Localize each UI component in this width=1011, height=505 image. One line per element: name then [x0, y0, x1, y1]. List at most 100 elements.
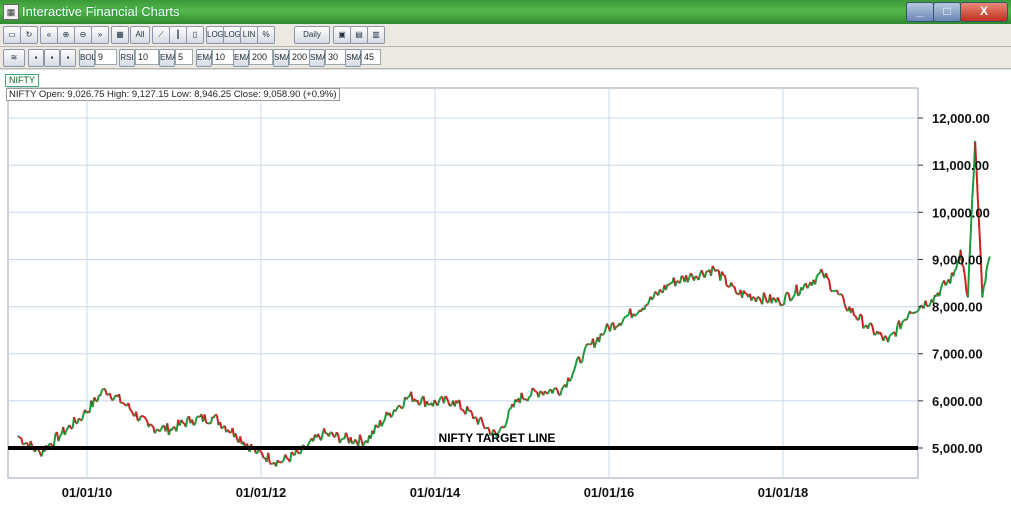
- price-segment: [503, 424, 507, 429]
- price-segment: [694, 275, 698, 278]
- price-segment: [790, 296, 795, 301]
- x-tick-label: 01/01/18: [758, 485, 809, 500]
- data-point: [691, 275, 694, 277]
- price-segment: [944, 282, 949, 287]
- price-segment: [461, 409, 465, 413]
- price-segment: [444, 395, 448, 399]
- price-chart[interactable]: NIFTY TARGET LINE 5,000.00 6,000.00 7,000.…: [0, 0, 1011, 505]
- price-segment: [806, 285, 810, 289]
- price-segment: [259, 450, 263, 454]
- price-segment: [890, 332, 894, 336]
- price-segment: [354, 438, 358, 443]
- price-segment: [68, 424, 72, 429]
- price-segment: [939, 283, 944, 289]
- data-point: [213, 416, 215, 419]
- x-tick-label: 01/01/10: [62, 485, 113, 500]
- data-point: [974, 140, 976, 143]
- price-segment: [214, 413, 218, 417]
- data-point: [909, 310, 911, 313]
- price-segment: [438, 397, 442, 402]
- price-segment: [889, 333, 892, 337]
- price-segment: [901, 320, 905, 324]
- price-segment: [245, 442, 249, 447]
- price-segment: [654, 290, 658, 294]
- price-segment: [207, 422, 210, 425]
- price-segment: [826, 277, 830, 281]
- price-segment: [418, 403, 421, 406]
- price-segment: [486, 426, 490, 430]
- data-point: [539, 390, 541, 393]
- plot-frame: [7, 87, 919, 479]
- price-segment: [915, 310, 919, 314]
- price-segment: [226, 429, 231, 433]
- data-point: [82, 414, 85, 416]
- price-segment: [962, 267, 966, 277]
- legend-nifty: NIFTY: [5, 74, 39, 87]
- price-segment: [111, 396, 116, 401]
- price-segment: [815, 273, 820, 278]
- price-segment: [623, 315, 627, 319]
- price-segment: [122, 402, 127, 406]
- price-segment: [307, 440, 312, 445]
- data-point: [278, 461, 280, 463]
- data-point: [39, 451, 41, 454]
- price-segment: [129, 408, 133, 412]
- data-point: [387, 414, 389, 416]
- price-segment: [916, 308, 921, 312]
- data-point: [191, 418, 193, 421]
- price-segment: [910, 311, 914, 315]
- price-segment: [971, 174, 975, 200]
- price-segment: [742, 290, 747, 295]
- data-point: [648, 301, 650, 303]
- price-segment: [619, 321, 624, 326]
- price-segment: [49, 442, 54, 447]
- price-segment: [752, 295, 756, 299]
- price-segment: [789, 298, 793, 302]
- data-point: [822, 272, 824, 275]
- data-point: [582, 352, 585, 355]
- x-tick-label: 01/01/12: [236, 485, 287, 500]
- y-tick-label: 10,000.00: [932, 205, 990, 220]
- price-segment: [859, 313, 863, 317]
- data-point: [887, 341, 889, 343]
- price-segment: [924, 300, 928, 307]
- grid-lines: [7, 87, 919, 479]
- price-segment: [286, 457, 289, 460]
- data-point: [169, 428, 172, 430]
- price-segment: [853, 314, 857, 318]
- price-segment: [840, 293, 844, 298]
- price-segment: [101, 388, 104, 391]
- data-point: [321, 433, 324, 435]
- data-point: [756, 296, 759, 298]
- price-segment: [681, 275, 684, 278]
- data-point: [561, 388, 563, 390]
- price-segment: [716, 268, 720, 272]
- price-segment: [338, 439, 343, 444]
- data-point: [474, 416, 476, 419]
- y-tick-label: 9,000.00: [932, 252, 983, 267]
- price-segment: [658, 288, 663, 293]
- price-segment: [172, 425, 176, 429]
- price-segment: [584, 343, 588, 349]
- y-tick-label: 7,000.00: [932, 347, 983, 362]
- price-segment: [151, 424, 154, 428]
- price-segment: [405, 396, 409, 400]
- price-segment: [634, 313, 638, 317]
- data-point: [517, 397, 520, 400]
- price-segment: [533, 388, 537, 393]
- data-point: [713, 268, 715, 270]
- price-segment: [554, 387, 558, 391]
- data-point: [256, 451, 259, 454]
- data-point: [430, 402, 433, 405]
- price-segment: [975, 170, 980, 203]
- price-segment: [78, 417, 81, 421]
- price-segment: [295, 449, 299, 453]
- price-segment: [281, 459, 285, 463]
- price-segment: [786, 291, 790, 295]
- price-segment: [469, 409, 473, 414]
- data-point: [104, 388, 106, 390]
- y-tick-label: 6,000.00: [932, 394, 983, 409]
- data-point: [604, 329, 607, 331]
- y-tick-label: 5,000.00: [932, 441, 983, 456]
- data-point: [967, 296, 969, 298]
